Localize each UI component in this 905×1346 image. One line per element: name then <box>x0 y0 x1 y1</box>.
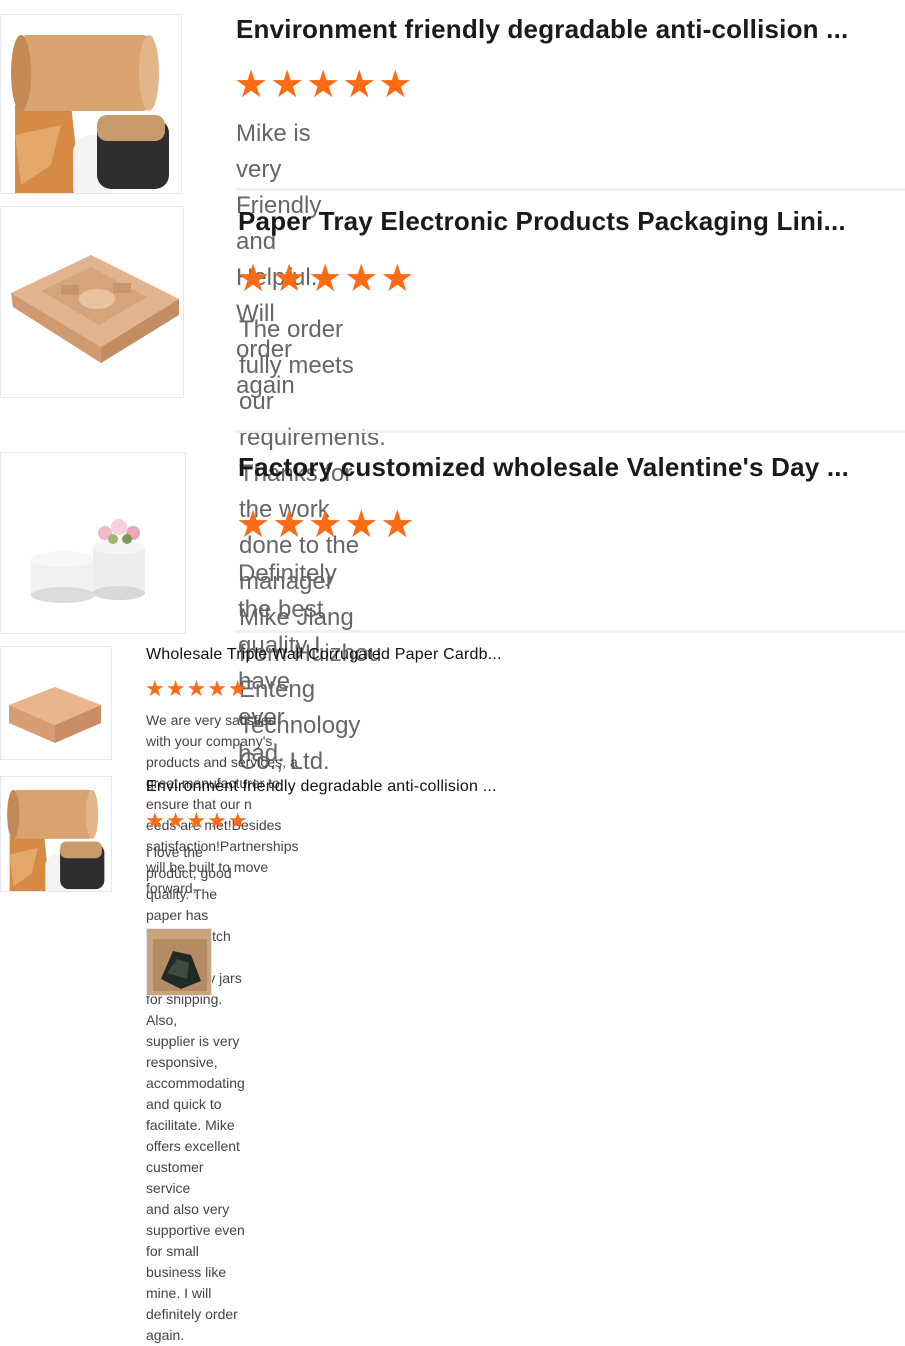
rating-stars: ★★★★★ <box>145 808 249 833</box>
rating-stars: ★★★★★ <box>236 258 417 300</box>
review-line: We are very satisfied with your company'… <box>146 712 298 812</box>
rating-stars: ★★★★★ <box>145 676 249 701</box>
corrugated-box-image <box>1 647 111 759</box>
review-product-title[interactable]: Environment friendly degradable anti-col… <box>236 14 848 45</box>
review-product-title[interactable]: Factory customized wholesale Valentine's… <box>238 452 849 483</box>
divider <box>236 630 905 633</box>
product-thumbnail-kraft-roll[interactable] <box>0 776 112 892</box>
review-line: The order fully meets our requirements. <box>239 316 386 451</box>
review-product-title[interactable]: Wholesale Triple Wall Corrugated Paper C… <box>146 646 502 664</box>
product-thumbnail-flower-box[interactable] <box>0 452 186 634</box>
product-thumbnail-kraft-roll[interactable] <box>0 14 182 194</box>
flower-box-image <box>1 453 185 633</box>
rating-stars: ★★★★★ <box>236 504 417 546</box>
review-line: and also very supportive even for small … <box>146 1201 245 1343</box>
product-thumbnail-paper-tray[interactable] <box>0 206 184 398</box>
review-product-title[interactable]: Environment friendly degradable anti-col… <box>146 778 497 796</box>
divider <box>236 188 905 191</box>
kraft-roll-image <box>1 777 111 891</box>
paper-tray-image <box>1 207 183 397</box>
review-line: supplier is very responsive, accommodati… <box>146 1033 245 1196</box>
review-product-title[interactable]: Paper Tray Electronic Products Packaging… <box>238 206 846 237</box>
review-text: I love the product, good quality. The pa… <box>146 842 245 1346</box>
review-photo-image <box>147 929 211 995</box>
rating-stars: ★★★★★ <box>234 64 415 106</box>
kraft-roll-image <box>1 15 181 193</box>
divider <box>236 430 905 433</box>
review-photo-thumbnail[interactable] <box>146 928 212 996</box>
product-thumbnail-corrugated-box[interactable] <box>0 646 112 760</box>
